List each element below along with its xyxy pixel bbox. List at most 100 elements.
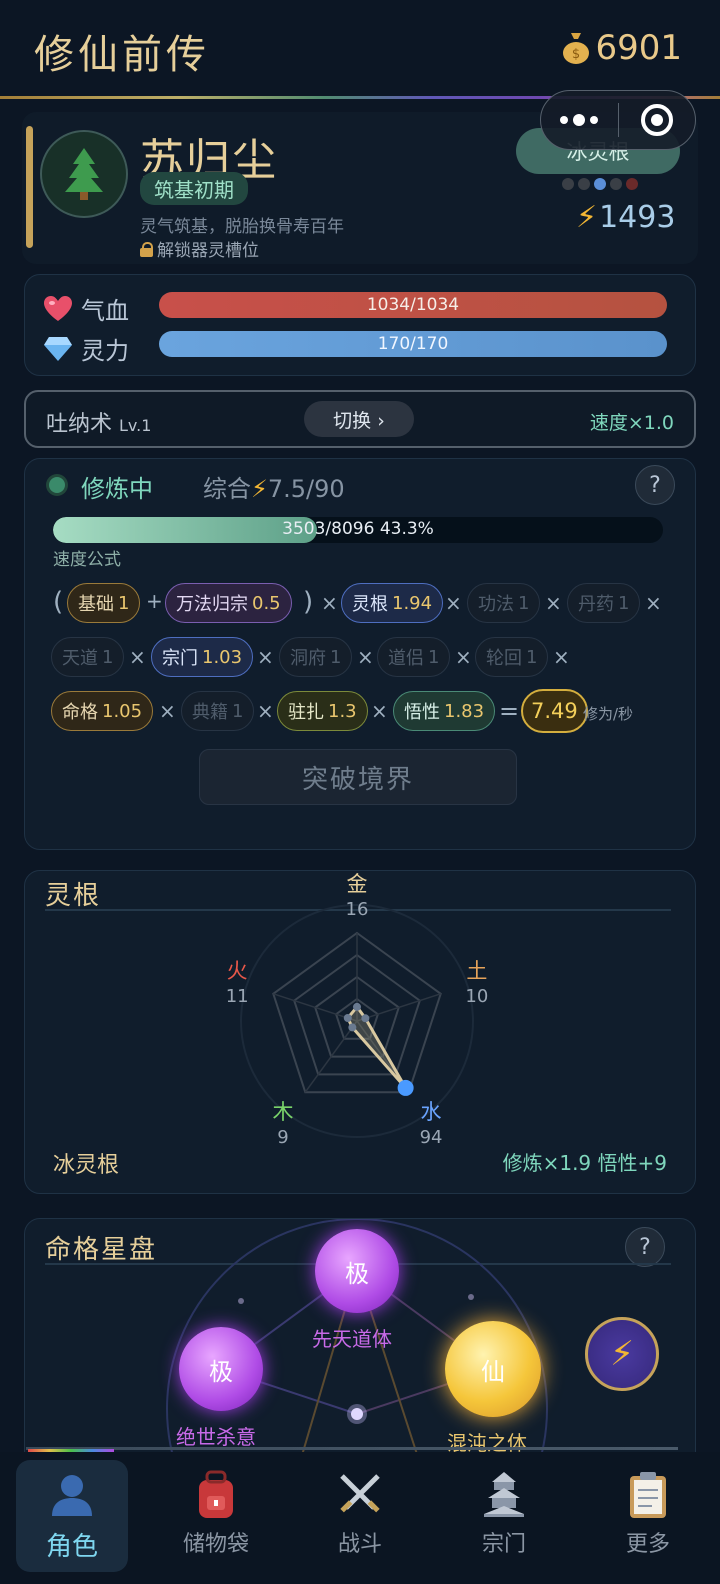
times-operator: × [159, 699, 176, 723]
person-icon [48, 1470, 96, 1522]
fate-orb-hundun[interactable]: 仙 [445, 1321, 541, 1417]
technique-level: Lv.1 [119, 416, 152, 435]
money-bag-icon: $ [563, 33, 590, 64]
factor-chip-sect[interactable]: 宗门 1.03 [151, 637, 254, 677]
close-button[interactable] [619, 104, 696, 136]
factor-chip-classics[interactable]: 典籍 1 [181, 691, 255, 731]
times-operator: × [321, 591, 338, 615]
coin-amount: 6901 [595, 28, 682, 68]
factor-chip-heaven[interactable]: 天道 1 [51, 637, 125, 677]
lightning-icon: ⚡ [251, 475, 268, 503]
factor-chip-pill[interactable]: 丹药 1 [567, 583, 641, 623]
indicator-dot [562, 178, 574, 190]
radar-value-1: 10 [465, 986, 488, 1007]
comprehensive-score: 综合⚡7.5/90 [203, 475, 345, 503]
times-operator: × [545, 591, 562, 615]
factor-chip-partner[interactable]: 道侣 1 [377, 637, 451, 677]
speed-unit: 修为/秒 [583, 705, 634, 723]
times-operator: × [357, 645, 374, 669]
times-operator: × [257, 699, 274, 723]
vitals-panel: 气血 1034/1034 灵力 170/170 [24, 274, 696, 376]
nav-label-character: 角色 [45, 1532, 98, 1562]
nav-tab-character[interactable]: 角色 [16, 1460, 128, 1572]
times-operator: × [455, 645, 472, 669]
times-operator: × [553, 645, 570, 669]
factor-chip-technique[interactable]: 功法 1 [467, 583, 541, 623]
nav-tab-battle[interactable]: 战斗 [288, 1452, 432, 1584]
radar-label-4: 火 [227, 959, 248, 983]
radar-label-2: 水 [421, 1100, 442, 1124]
radar-point-1 [361, 1014, 370, 1023]
fate-label-jueshi: 绝世杀意 [176, 1425, 256, 1449]
nav-label-sect: 宗门 [481, 1532, 526, 1557]
factor-chip-spirit-root[interactable]: 灵根 1.94 [341, 583, 444, 623]
formula-label: 速度公式 [53, 550, 121, 570]
nav-label-more: 更多 [625, 1532, 670, 1557]
close-paren: ) [303, 587, 314, 617]
crossed-swords-icon [336, 1470, 384, 1522]
nav-tab-storage[interactable]: 储物袋 [144, 1452, 288, 1584]
avatar[interactable] [40, 130, 128, 218]
fate-lightning-button[interactable]: ⚡ [585, 1317, 659, 1391]
nav-label-storage: 储物袋 [182, 1532, 249, 1557]
factor-chip-reincarnation[interactable]: 轮回 1 [475, 637, 549, 677]
app-title: 修仙前传 [34, 32, 210, 78]
radar-label-3: 木 [272, 1100, 293, 1124]
tree-icon [65, 148, 103, 200]
indicator-dot [594, 178, 606, 190]
lightning-icon: ⚡ [576, 200, 598, 235]
svg-text:$: $ [572, 47, 580, 62]
mp-label: 灵力 [81, 337, 129, 365]
pagoda-icon [480, 1470, 528, 1522]
nav-label-battle: 战斗 [337, 1532, 382, 1557]
realm-description: 灵气筑基，脱胎换骨寿百年 [140, 217, 344, 237]
lightning-icon: ⚡ [610, 1334, 634, 1374]
radar-point-3 [348, 1023, 357, 1032]
equals-operator: = [499, 697, 520, 725]
target-icon [640, 104, 673, 136]
factor-chip-base[interactable]: 基础 1 [67, 583, 141, 623]
hp-label: 气血 [81, 297, 129, 325]
nav-tab-sect[interactable]: 宗门 [432, 1452, 576, 1584]
radar-point-0 [353, 1002, 361, 1011]
radar-value-3: 9 [277, 1127, 288, 1148]
clipboard-icon [626, 1470, 670, 1522]
radar-label-1: 土 [466, 959, 487, 983]
bottom-nav: 角色 储物袋 战斗 宗门 更多 [0, 1452, 720, 1584]
factor-chip-cave[interactable]: 洞府 1 [279, 637, 353, 677]
spirit-root-name: 冰灵根 [53, 1153, 120, 1178]
factor-chip-fate[interactable]: 命格 1.05 [51, 691, 154, 731]
fate-orb-jueshi[interactable]: 极 [179, 1327, 263, 1411]
times-operator: × [645, 591, 662, 615]
radar-value-2: 94 [420, 1127, 443, 1148]
radar-label-0: 金 [347, 872, 368, 896]
switch-technique-button[interactable]: 切换 › [304, 401, 414, 437]
indicator-dot [610, 178, 622, 190]
times-operator: × [129, 645, 146, 669]
miniprogram-capsule [540, 90, 696, 150]
hp-bar: 1034/1034 [159, 292, 667, 318]
factor-chip-garrison[interactable]: 驻扎 1.3 [277, 691, 368, 731]
factor-chip-comprehension[interactable]: 悟性 1.83 [393, 691, 496, 731]
technique-name: 吐纳术 Lv.1 [46, 412, 152, 437]
more-menu-button[interactable] [541, 114, 618, 126]
fate-orb-xiantian[interactable]: 极 [315, 1229, 399, 1313]
power-value: 1493 [599, 200, 676, 235]
mp-value: 170/170 [377, 334, 449, 354]
nav-tab-more[interactable]: 更多 [576, 1452, 720, 1584]
combat-power: ⚡ 1493 [576, 200, 675, 235]
spirit-root-panel: 灵根 金 16 土 10 水 94 木 9 火 11 冰灵根 修炼×1.9 悟性+9 [24, 870, 696, 1194]
factor-chip-wanfa[interactable]: 万法归宗 0.5 [165, 583, 292, 623]
page-indicator-dots [562, 178, 638, 190]
plus-operator: + [146, 589, 163, 613]
unlock-text: 解锁器灵槽位 [157, 241, 259, 261]
cultivation-status: 修炼中 [81, 475, 153, 503]
cultivation-help-button[interactable]: ? [635, 465, 675, 505]
indicator-dot [578, 178, 590, 190]
technique-speed: 速度×1.0 [589, 412, 674, 434]
status-indicator-dot [49, 477, 65, 493]
backpack-icon [193, 1470, 239, 1522]
hp-value: 1034/1034 [366, 295, 460, 315]
breakthrough-button[interactable]: 突破境界 [199, 749, 517, 805]
spirit-root-bonus: 修炼×1.9 悟性+9 [502, 1151, 667, 1175]
